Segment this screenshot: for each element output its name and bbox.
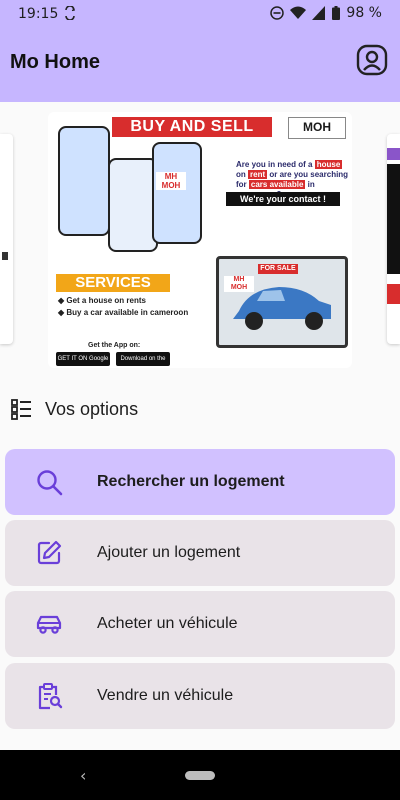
sync-icon (65, 6, 76, 20)
section-title: Vos options (45, 398, 139, 419)
services-banner: SERVICES (56, 274, 170, 292)
app-store-badge: Download on the App Store (116, 352, 170, 366)
option-sell-vehicle[interactable]: Vendre un véhicule (5, 663, 395, 729)
carousel-card-previous[interactable] (0, 134, 13, 344)
signal-icon (312, 6, 326, 20)
option-search-housing[interactable]: Rechercher un logement (5, 449, 395, 515)
profile-icon[interactable] (356, 44, 388, 76)
app-title: Mo Home (10, 51, 100, 73)
list-icon (11, 399, 31, 420)
google-play-badge: GET IT ON Google Play (56, 352, 110, 366)
back-icon[interactable]: ‹ (80, 766, 86, 785)
wifi-icon (290, 6, 307, 19)
system-nav-bar: ‹ (0, 750, 400, 800)
battery-percent: 98 % (346, 5, 382, 21)
contact-banner: We're your contact ! (226, 192, 340, 206)
option-label: Ajouter un logement (97, 544, 241, 561)
clipboard-search-icon (38, 683, 63, 710)
edit-icon (37, 540, 62, 565)
phone-mockup (58, 126, 110, 236)
carousel-card-next[interactable] (387, 134, 400, 344)
promo-carousel[interactable]: MH MOH BUY AND SELL MOH Are you in need o… (0, 112, 400, 368)
status-icons: 98 % (270, 5, 382, 21)
phone-logo: MH MOH (156, 172, 186, 190)
status-bar: 19:15 98 % (0, 0, 400, 28)
service-item: ◆ Buy a car available in cameroon (58, 308, 189, 317)
get-app-label: Get the App on: (88, 342, 141, 349)
buy-and-sell-banner: BUY AND SELL (112, 117, 272, 137)
service-item: ◆ Get a house on rents (58, 296, 146, 305)
option-label: Acheter un véhicule (97, 615, 238, 632)
search-icon (37, 470, 63, 496)
do-not-disturb-icon (270, 6, 285, 20)
home-pill[interactable] (185, 771, 215, 780)
phone-mockup (108, 158, 158, 252)
app-bar: Mo Home (0, 28, 400, 102)
option-buy-vehicle[interactable]: Acheter un véhicule (5, 591, 395, 657)
option-add-housing[interactable]: Ajouter un logement (5, 520, 395, 586)
option-label: Vendre un véhicule (97, 687, 234, 704)
status-time: 19:15 (18, 6, 59, 22)
brand-logo: MOH (288, 117, 346, 139)
laptop-logo: MH MOH (224, 276, 254, 292)
option-label: Rechercher un logement (97, 473, 285, 490)
carousel-card-current[interactable]: MH MOH BUY AND SELL MOH Are you in need o… (48, 112, 352, 368)
car-icon (36, 615, 62, 634)
phone-mockup (152, 142, 202, 244)
for-sale-badge: FOR SALE (258, 264, 298, 274)
options-section-header: Vos options (11, 398, 138, 420)
battery-icon (332, 6, 341, 20)
